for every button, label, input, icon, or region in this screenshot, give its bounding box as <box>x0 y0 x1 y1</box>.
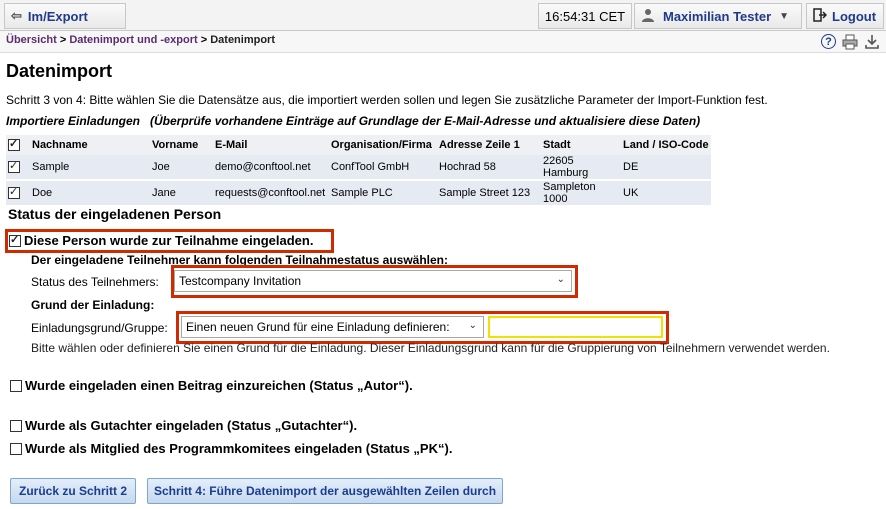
logout-icon <box>813 7 828 25</box>
table-row: Doe Jane requests@conftool.net Sample PL… <box>6 179 711 205</box>
import-subheading: Importiere Einladungen (Überprüfe vorhan… <box>6 114 701 128</box>
pc-option[interactable]: Wurde als Mitglied des Programmkomitees … <box>10 441 452 456</box>
chevron-down-icon: ▼ <box>779 10 790 22</box>
reason-select-value: Einen neuen Grund für eine Einladung def… <box>186 320 450 334</box>
table-cell: Doe <box>30 179 150 205</box>
status-select-value: Testcompany Invitation <box>179 274 302 288</box>
row-checkbox[interactable] <box>8 159 20 174</box>
column-header: Nachname <box>30 135 150 155</box>
clock: 16:54:31 CET <box>538 3 632 29</box>
breadcrumb-overview[interactable]: Übersicht <box>6 34 57 46</box>
back-step-button[interactable]: Zurück zu Schritt 2 <box>10 478 136 504</box>
arrow-left-icon: ⇦ <box>11 8 22 23</box>
column-header: Stadt <box>541 135 621 155</box>
chevron-down-icon: ⌄ <box>556 274 565 285</box>
table-cell: ConfTool GmbH <box>329 155 437 180</box>
help-icon[interactable]: ? <box>821 34 836 49</box>
breadcrumb-sep: > <box>200 34 208 46</box>
new-reason-input[interactable] <box>488 316 663 338</box>
table-cell: UK <box>621 179 711 205</box>
status-label: Status des Teilnehmers: <box>31 275 159 289</box>
column-header: Organisation/Firma <box>329 135 437 155</box>
table-cell: requests@conftool.net <box>213 179 329 205</box>
table-row: Sample Joe demo@conftool.net ConfTool Gm… <box>6 155 711 180</box>
chevron-down-icon: ⌄ <box>468 320 477 331</box>
print-icon[interactable] <box>842 34 858 50</box>
invited-option[interactable]: Diese Person wurde zur Teilnahme eingela… <box>9 233 313 248</box>
row-checkbox[interactable] <box>8 185 20 200</box>
back-to-imexport-button[interactable]: ⇦ Im/Export <box>4 3 126 29</box>
table-cell: Hochrad 58 <box>437 155 541 180</box>
select-all-checkbox[interactable] <box>8 137 20 152</box>
column-header: Adresse Zeile 1 <box>437 135 541 155</box>
reason-hint: Bitte wählen oder definieren Sie einen G… <box>31 341 830 355</box>
back-label: Im/Export <box>27 8 88 24</box>
column-header: Land / ISO-Code <box>621 135 711 155</box>
reviewer-checkbox[interactable] <box>10 419 22 432</box>
reason-heading: Grund der Einladung: <box>31 298 155 312</box>
table-cell: Sample <box>30 155 150 180</box>
table-cell: Sample Street 123 <box>437 179 541 205</box>
reason-label: Einladungsgrund/Gruppe: <box>31 321 168 335</box>
author-option[interactable]: Wurde eingeladen einen Beitrag einzureic… <box>10 378 413 393</box>
reviewer-label: Wurde als Gutachter eingeladen (Status „… <box>25 418 358 433</box>
user-icon <box>641 8 655 25</box>
breadcrumb-current: Datenimport <box>210 34 275 46</box>
page-title: Datenimport <box>6 61 113 81</box>
step-instructions: Schritt 3 von 4: Bitte wählen Sie die Da… <box>6 93 768 107</box>
breadcrumb-import-export[interactable]: Datenimport und -export <box>69 34 197 46</box>
invited-checkbox[interactable] <box>9 233 21 247</box>
download-icon[interactable] <box>864 34 880 50</box>
table-cell: 22605 Hamburg <box>541 155 621 180</box>
author-label: Wurde eingeladen einen Beitrag einzureic… <box>25 378 413 393</box>
table-header-row: Nachname Vorname E-Mail Organisation/Fir… <box>6 135 711 155</box>
column-header: E-Mail <box>213 135 329 155</box>
page-tools: ? <box>821 34 880 50</box>
invitation-reason-select[interactable]: Einen neuen Grund für eine Einladung def… <box>181 316 484 338</box>
breadcrumb: Übersicht > Datenimport und -export > Da… <box>6 34 275 46</box>
pc-label: Wurde als Mitglied des Programmkomitees … <box>25 441 453 456</box>
logout-button[interactable]: Logout <box>806 3 884 29</box>
logout-label: Logout <box>832 8 877 24</box>
author-checkbox[interactable] <box>10 379 22 392</box>
import-table: Nachname Vorname E-Mail Organisation/Fir… <box>6 135 711 205</box>
status-heading: Status der eingeladenen Person <box>8 206 222 222</box>
table-cell: Sample PLC <box>329 179 437 205</box>
pc-checkbox[interactable] <box>10 442 22 455</box>
table-cell: Sampleton 1000 <box>541 179 621 205</box>
participant-status-select[interactable]: Testcompany Invitation ⌄ <box>174 270 572 292</box>
column-header: Vorname <box>150 135 213 155</box>
breadcrumb-sep: > <box>59 34 67 46</box>
invited-label: Diese Person wurde zur Teilnahme eingela… <box>24 233 314 248</box>
table-cell: Joe <box>150 155 213 180</box>
reviewer-option[interactable]: Wurde als Gutachter eingeladen (Status „… <box>10 418 357 433</box>
table-cell: demo@conftool.net <box>213 155 329 180</box>
table-cell: DE <box>621 155 711 180</box>
user-name: Maximilian Tester <box>663 8 772 24</box>
run-import-button[interactable]: Schritt 4: Führe Datenimport der ausgewä… <box>147 478 503 504</box>
table-cell: Jane <box>150 179 213 205</box>
user-menu[interactable]: Maximilian Tester ▼ <box>634 3 802 29</box>
